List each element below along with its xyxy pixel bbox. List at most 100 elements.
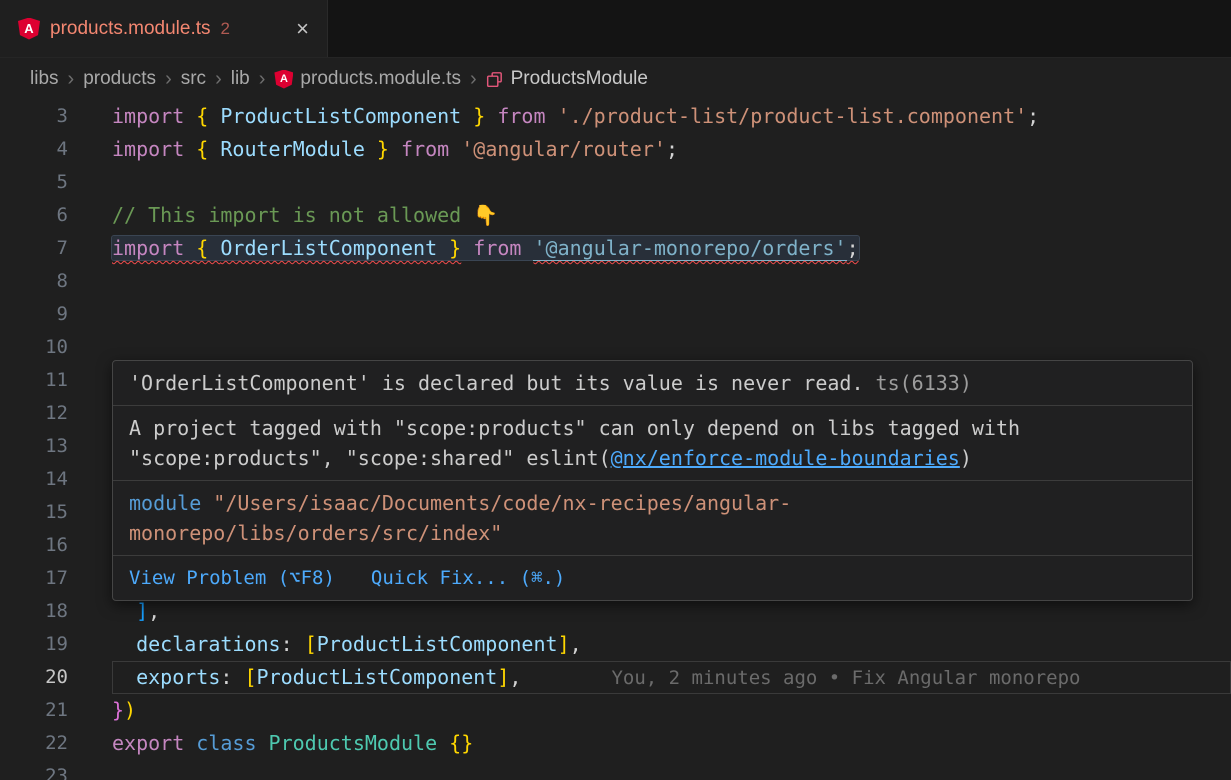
hover-eslint-error: A project tagged with "scope:products" c… <box>113 406 1192 480</box>
code-line[interactable]: }) <box>112 694 1231 727</box>
code-token: exports <box>136 665 220 689</box>
code-token: ProductListComponent <box>317 632 558 656</box>
line-number[interactable]: 18 <box>0 595 68 628</box>
unused-warning-text: 'OrderListComponent' is declared but its… <box>129 371 864 395</box>
code-token: } <box>112 698 124 722</box>
code-line[interactable]: declarations: [ProductListComponent], <box>112 628 1231 661</box>
code-line[interactable]: export class ProductsModule {} <box>112 727 1231 760</box>
view-problem-action[interactable]: View Problem (⌥F8) <box>129 563 335 593</box>
breadcrumb-item-src[interactable]: src <box>181 68 206 90</box>
code-token: {} <box>449 731 473 755</box>
code-token: ; <box>666 137 678 161</box>
code-token: ] <box>558 632 570 656</box>
line-number[interactable]: 20 <box>0 661 68 694</box>
module-path-line2: monorepo/libs/orders/src/index" <box>129 521 502 545</box>
line-number[interactable]: 10 <box>0 331 68 364</box>
code-token: : <box>220 665 244 689</box>
code-line[interactable]: import { ProductListComponent } from './… <box>112 100 1231 133</box>
breadcrumb-item-lib[interactable]: lib <box>231 68 250 90</box>
code-line[interactable] <box>112 265 1231 298</box>
vscode-window: A products.module.ts 2 × libs › products… <box>0 0 1231 780</box>
code-token: from <box>389 137 461 161</box>
code-token: from <box>485 104 557 128</box>
breadcrumb-separator-icon: › <box>259 68 266 91</box>
tab-bar: A products.module.ts 2 × <box>0 0 1231 58</box>
code-token: // This import is not allowed <box>112 203 473 227</box>
code-token <box>437 731 449 755</box>
breadcrumb-separator-icon: › <box>165 68 172 91</box>
tab-products-module[interactable]: A products.module.ts 2 × <box>0 0 328 57</box>
code-line[interactable] <box>112 760 1231 780</box>
code-line[interactable] <box>112 166 1231 199</box>
line-number[interactable]: 12 <box>0 397 68 430</box>
code-token: ) <box>124 698 136 722</box>
line-number[interactable]: 14 <box>0 463 68 496</box>
code-token: OrderListComponent <box>220 236 437 260</box>
code-line[interactable]: exports: [ProductListComponent],You, 2 m… <box>112 661 1231 694</box>
angular-icon: A <box>18 18 40 40</box>
symbol-class-icon <box>486 70 504 88</box>
line-number[interactable]: 5 <box>0 166 68 199</box>
line-number[interactable]: 16 <box>0 529 68 562</box>
code-line[interactable]: // This import is not allowed 👇 <box>112 199 1231 232</box>
tab-close-icon[interactable]: × <box>292 16 313 42</box>
diagnostic-hover-popup: 'OrderListComponent' is declared but its… <box>112 360 1193 601</box>
module-keyword: module <box>129 491 201 515</box>
line-number[interactable]: 7 <box>0 232 68 265</box>
eslint-rule-link[interactable]: @nx/enforce-module-boundaries <box>611 446 960 470</box>
breadcrumb-separator-icon: › <box>68 68 75 91</box>
code-line[interactable]: import { OrderListComponent } from '@ang… <box>112 232 1231 265</box>
eslint-error-line1: A project tagged with "scope:products" c… <box>129 413 1176 443</box>
code-token: } <box>437 236 461 260</box>
code-token: ] <box>497 665 509 689</box>
quick-fix-action[interactable]: Quick Fix... (⌘.) <box>371 563 565 593</box>
line-number[interactable]: 6 <box>0 199 68 232</box>
code-token: : <box>281 632 305 656</box>
code-token: } <box>461 104 485 128</box>
code-token: ProductsModule <box>269 731 438 755</box>
code-token: '@angular/router' <box>461 137 666 161</box>
code-token: import <box>112 137 196 161</box>
hover-actions: View Problem (⌥F8) Quick Fix... (⌘.) <box>113 556 1192 600</box>
breadcrumb-item-products[interactable]: products <box>83 68 156 90</box>
line-number[interactable]: 22 <box>0 727 68 760</box>
code-token: { <box>196 137 220 161</box>
tab-error-count-badge: 2 <box>221 19 230 39</box>
angular-file-icon: A <box>274 70 293 89</box>
git-blame-annotation: You, 2 minutes ago • Fix Angular monorep… <box>611 667 1080 689</box>
breadcrumb-separator-icon: › <box>470 68 477 91</box>
gutter[interactable]: 34567891011121314151617181920212223 <box>0 100 68 780</box>
code-token: , <box>148 599 160 623</box>
code-line[interactable] <box>112 298 1231 331</box>
line-number[interactable]: 21 <box>0 694 68 727</box>
breadcrumb-item-file[interactable]: products.module.ts <box>300 68 461 90</box>
code-token: './product-list/product-list.component' <box>558 104 1028 128</box>
line-number[interactable]: 11 <box>0 364 68 397</box>
code-token: RouterModule <box>220 137 365 161</box>
code-line[interactable]: import { RouterModule } from '@angular/r… <box>112 133 1231 166</box>
editor[interactable]: 34567891011121314151617181920212223 impo… <box>0 100 1231 780</box>
line-number[interactable]: 8 <box>0 265 68 298</box>
hover-module-info: module "/Users/isaac/Documents/code/nx-r… <box>113 481 1192 555</box>
module-path-line1: "/Users/isaac/Documents/code/nx-recipes/… <box>201 491 791 515</box>
line-number[interactable]: 17 <box>0 562 68 595</box>
code-token: , <box>570 632 582 656</box>
eslint-error-line2: "scope:products", "scope:shared" eslint(… <box>129 443 1176 473</box>
line-number[interactable]: 9 <box>0 298 68 331</box>
code-token: declarations <box>136 632 281 656</box>
code-token: ProductListComponent <box>257 665 498 689</box>
line-number[interactable]: 19 <box>0 628 68 661</box>
hover-unused-warning: 'OrderListComponent' is declared but its… <box>113 361 1192 405</box>
line-number[interactable]: 4 <box>0 133 68 166</box>
breadcrumb-item-libs[interactable]: libs <box>30 68 59 90</box>
tab-title: products.module.ts <box>50 18 211 40</box>
code-token: class <box>196 731 268 755</box>
line-number[interactable]: 13 <box>0 430 68 463</box>
code-token: ; <box>847 236 859 260</box>
breadcrumb-item-symbol[interactable]: ProductsModule <box>511 68 648 90</box>
line-number[interactable]: 3 <box>0 100 68 133</box>
line-number[interactable]: 23 <box>0 760 68 780</box>
code-token: import <box>112 236 196 260</box>
line-number[interactable]: 15 <box>0 496 68 529</box>
code-token: ] <box>136 599 148 623</box>
